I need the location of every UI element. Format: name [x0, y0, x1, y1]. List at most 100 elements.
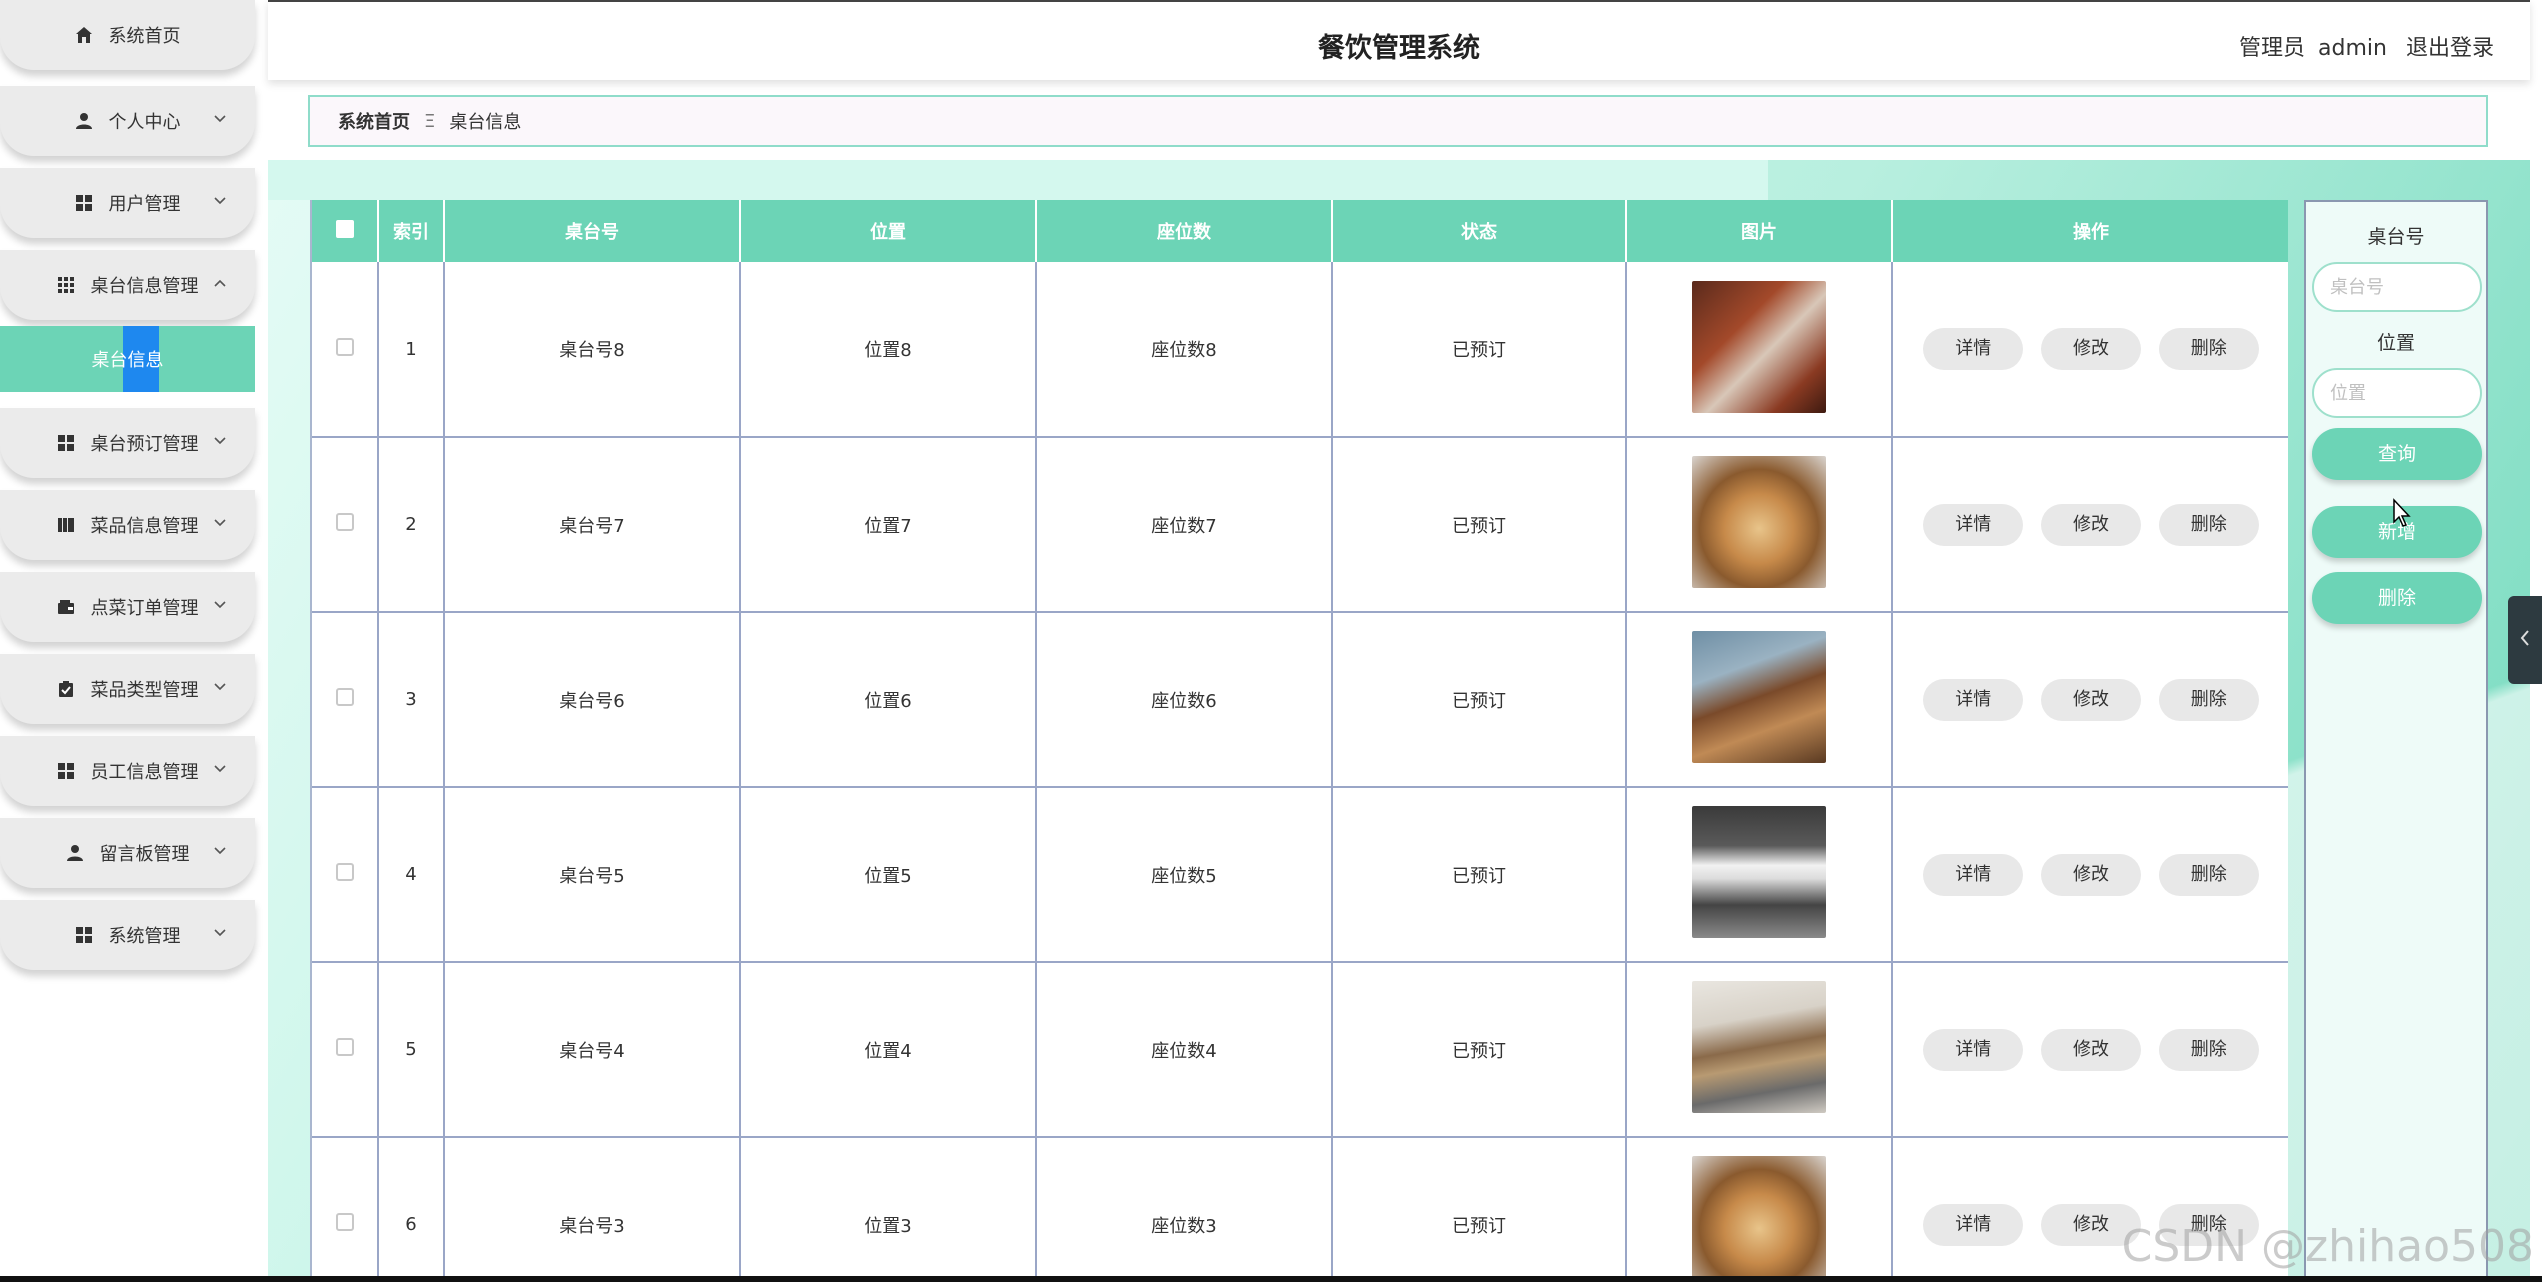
sidebar-subitem-label: 桌台信息	[91, 350, 164, 371]
column-header: 索引	[378, 200, 445, 262]
sidebar-item-home[interactable]: 系统首页	[0, 0, 255, 70]
grid-icon	[75, 926, 93, 944]
sidebar-item-messages[interactable]: 留言板管理	[0, 818, 255, 888]
sidebar-item-label: 员工信息管理	[90, 762, 199, 783]
grid-icon	[57, 762, 75, 780]
sidebar-item-system[interactable]: 系统管理	[0, 900, 255, 970]
table-info-table: 索引 桌台号 位置 座位数 状态 图片 操作 1 桌台号8 位置8 座位数8 已…	[312, 200, 2288, 1282]
row-checkbox[interactable]	[335, 513, 354, 531]
sidebar-item-label: 系统首页	[108, 26, 181, 47]
detail-button[interactable]: 详情	[1923, 1203, 2024, 1246]
table-container: 索引 桌台号 位置 座位数 状态 图片 操作 1 桌台号8 位置8 座位数8 已…	[310, 200, 2288, 1282]
location-input[interactable]	[2312, 368, 2482, 418]
logout-link[interactable]: 退出登录	[2406, 36, 2494, 61]
cell-seats: 座位数3	[1036, 1137, 1333, 1282]
sidebar-item-users[interactable]: 用户管理	[0, 168, 255, 238]
select-all-cell[interactable]	[312, 200, 379, 262]
sidebar-item-profile[interactable]: 个人中心	[0, 86, 255, 156]
table-row: 6 桌台号3 位置3 座位数3 已预订 详情 修改 删除	[312, 1137, 2288, 1282]
sidebar-item-label: 桌台信息管理	[90, 276, 199, 297]
query-button[interactable]: 查询	[2312, 428, 2482, 480]
row-checkbox[interactable]	[335, 688, 354, 706]
detail-button[interactable]: 详情	[1923, 328, 2024, 370]
chevron-down-icon	[213, 110, 227, 124]
sidebar-item-table-info[interactable]: 桌台信息管理	[0, 250, 255, 320]
sidebar-item-staff[interactable]: 员工信息管理	[0, 736, 255, 806]
breadcrumb: 系统首页 Ξ 桌台信息	[308, 95, 2488, 147]
sidebar-item-orders[interactable]: 点菜订单管理	[0, 572, 255, 642]
row-checkbox[interactable]	[335, 1038, 354, 1056]
cell-index: 5	[378, 962, 445, 1138]
table-photo	[1692, 806, 1826, 938]
table-row: 4 桌台号5 位置5 座位数5 已预订 详情 修改 删除	[312, 787, 2288, 963]
cell-status: 已预订	[1332, 787, 1627, 963]
person-icon	[75, 112, 93, 130]
watermark: CSDN @zhihao508	[2121, 1221, 2534, 1272]
cell-table-no: 桌台号4	[444, 962, 741, 1138]
cell-seats: 座位数8	[1036, 262, 1333, 438]
row-checkbox[interactable]	[335, 1213, 354, 1231]
table-no-input[interactable]	[2312, 262, 2482, 312]
table-row: 1 桌台号8 位置8 座位数8 已预订 详情 修改 删除	[312, 262, 2288, 438]
chevron-down-icon	[213, 192, 227, 206]
detail-button[interactable]: 详情	[1923, 1028, 2024, 1071]
detail-button[interactable]: 详情	[1923, 503, 2024, 546]
cell-location: 位置4	[740, 962, 1037, 1138]
grid-icon	[75, 194, 93, 212]
breadcrumb-separator: Ξ	[424, 110, 436, 132]
cell-seats: 座位数6	[1036, 612, 1333, 788]
table-header-row: 索引 桌台号 位置 座位数 状态 图片 操作	[312, 200, 2288, 262]
delete-button[interactable]: 删除	[2158, 1028, 2259, 1071]
home-icon	[75, 26, 93, 44]
cell-table-no: 桌台号6	[444, 612, 741, 788]
edit-button[interactable]: 修改	[2041, 503, 2141, 546]
app-title: 餐饮管理系统	[1318, 33, 1480, 64]
table-row: 3 桌台号6 位置6 座位数6 已预订 详情 修改 删除	[312, 612, 2288, 788]
edit-button[interactable]: 修改	[2041, 328, 2141, 370]
batch-delete-button[interactable]: 删除	[2312, 572, 2482, 624]
table-row: 5 桌台号4 位置4 座位数4 已预订 详情 修改 删除	[312, 962, 2288, 1138]
breadcrumb-home[interactable]: 系统首页	[338, 108, 410, 134]
cell-status: 已预订	[1332, 962, 1627, 1138]
delete-button[interactable]: 删除	[2158, 503, 2259, 546]
sidebar-item-label: 菜品类型管理	[90, 680, 199, 701]
detail-button[interactable]: 详情	[1923, 678, 2024, 721]
sidebar-subitem-table-info[interactable]: 桌台信息	[0, 326, 255, 392]
cell-index: 1	[378, 262, 445, 438]
delete-button[interactable]: 删除	[2158, 328, 2259, 370]
delete-button[interactable]: 删除	[2158, 853, 2259, 896]
user-info: 管理员 admin 退出登录	[2227, 30, 2494, 62]
cell-table-no: 桌台号8	[444, 262, 741, 438]
cell-status: 已预订	[1332, 437, 1627, 613]
column-header: 桌台号	[444, 200, 741, 262]
panel-collapse-handle[interactable]	[2508, 596, 2542, 684]
cell-table-no: 桌台号3	[444, 1137, 741, 1282]
chevron-down-icon	[213, 596, 227, 610]
cell-table-no: 桌台号5	[444, 787, 741, 963]
row-checkbox[interactable]	[335, 337, 354, 356]
edit-button[interactable]: 修改	[2041, 853, 2141, 896]
sidebar-item-table-booking[interactable]: 桌台预订管理	[0, 408, 255, 478]
row-checkbox[interactable]	[335, 863, 354, 881]
cell-index: 4	[378, 787, 445, 963]
edit-button[interactable]: 修改	[2041, 678, 2141, 721]
sidebar-item-dish-info[interactable]: 菜品信息管理	[0, 490, 255, 560]
select-all-checkbox[interactable]	[335, 219, 354, 238]
cell-status: 已预订	[1332, 262, 1627, 438]
edit-button[interactable]: 修改	[2041, 1028, 2141, 1071]
sidebar-item-label: 个人中心	[108, 112, 181, 133]
detail-button[interactable]: 详情	[1923, 853, 2024, 896]
sidebar-item-label: 系统管理	[108, 926, 181, 947]
breadcrumb-current: 桌台信息	[449, 112, 522, 133]
search-panel: 桌台号 位置 查询 新增 删除	[2304, 200, 2488, 1282]
mouse-pointer-icon	[2392, 498, 2412, 532]
table-photo	[1692, 1156, 1826, 1282]
delete-button[interactable]: 删除	[2158, 678, 2259, 721]
sidebar-item-dish-type[interactable]: 菜品类型管理	[0, 654, 255, 724]
chevron-left-icon	[2518, 628, 2532, 652]
cell-location: 位置7	[740, 437, 1037, 613]
table-photo	[1692, 981, 1826, 1113]
cell-table-no: 桌台号7	[444, 437, 741, 613]
cell-seats: 座位数5	[1036, 787, 1333, 963]
column-header: 操作	[1892, 200, 2288, 262]
